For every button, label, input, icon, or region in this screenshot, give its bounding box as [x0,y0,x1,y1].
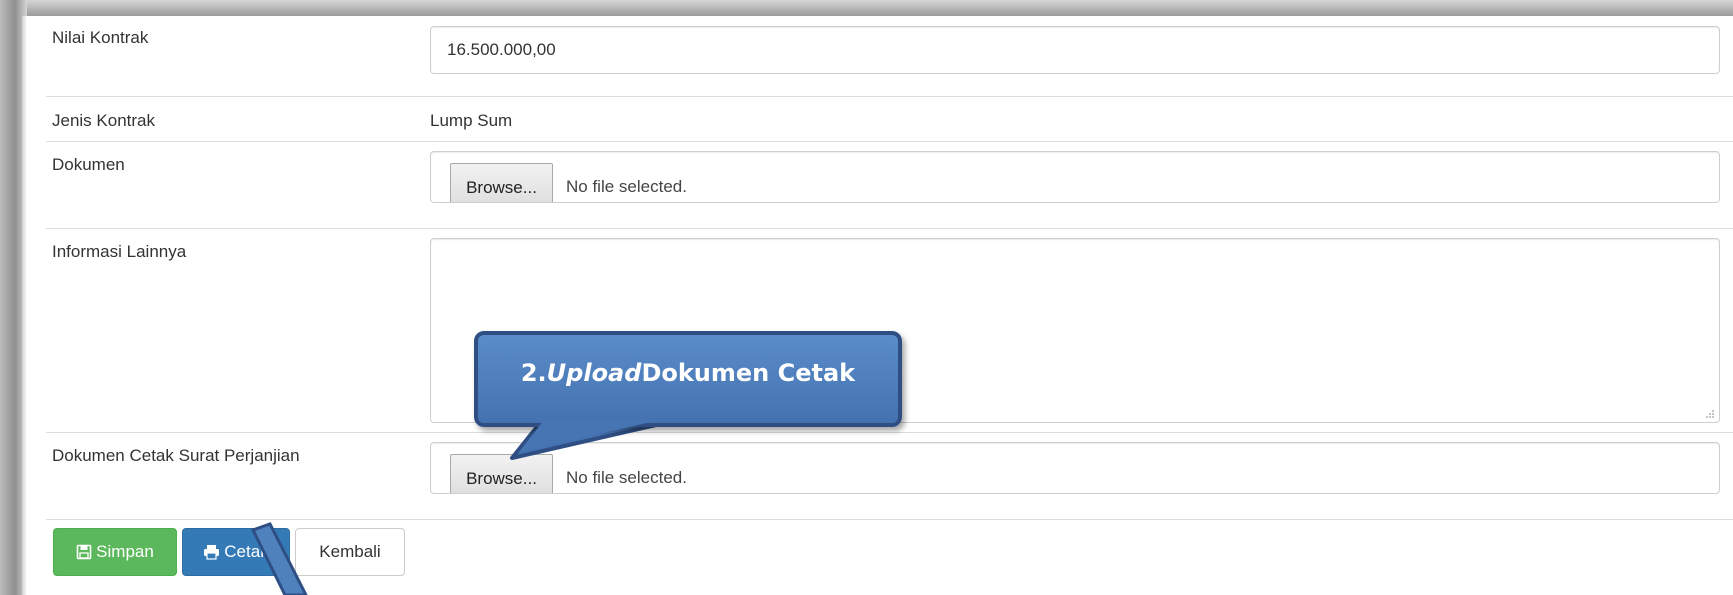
cetak-label: Cetak [224,542,269,561]
kembali-button[interactable]: Kembali [295,528,405,576]
informasi-lainnya-label: Informasi Lainnya [52,242,187,261]
save-icon [76,544,92,560]
row-divider [46,432,1733,433]
nilai-kontrak-input[interactable] [430,26,1720,74]
cetak-button[interactable]: Cetak [182,528,290,576]
callout-suffix: Dokumen Cetak [641,359,856,387]
dokumen-file-status: No file selected. [566,177,687,196]
row-divider [46,519,1733,520]
dokumen-browse-button[interactable]: Browse... [450,163,553,202]
jenis-kontrak-label: Jenis Kontrak [52,111,155,130]
nilai-kontrak-label: Nilai Kontrak [52,28,149,47]
jenis-kontrak-value: Lump Sum [430,111,513,130]
row-divider [46,96,1733,97]
print-icon [204,545,220,560]
annotation-callout: 2. Upload Dokumen Cetak [474,331,902,427]
dokumen-file-input[interactable]: Browse... No file selected. [430,151,1720,203]
contract-form: Nilai Kontrak Jenis Kontrak Lump Sum Dok… [27,16,1733,595]
simpan-button[interactable]: Simpan [53,528,177,576]
row-divider [46,228,1733,229]
row-divider [46,141,1733,142]
resize-handle-icon[interactable] [1705,409,1715,419]
dokumen-cetak-label: Dokumen Cetak Surat Perjanjian [52,446,300,465]
simpan-label: Simpan [96,542,154,561]
dokumen-cetak-file-input[interactable]: Browse... No file selected. [430,442,1720,494]
dokumen-cetak-file-status: No file selected. [566,468,687,487]
dokumen-cetak-browse-button[interactable]: Browse... [450,454,553,493]
window-top-edge [0,0,1733,16]
dokumen-label: Dokumen [52,155,125,174]
callout-emphasis: Upload [546,359,642,387]
callout-prefix: 2. [520,359,547,387]
